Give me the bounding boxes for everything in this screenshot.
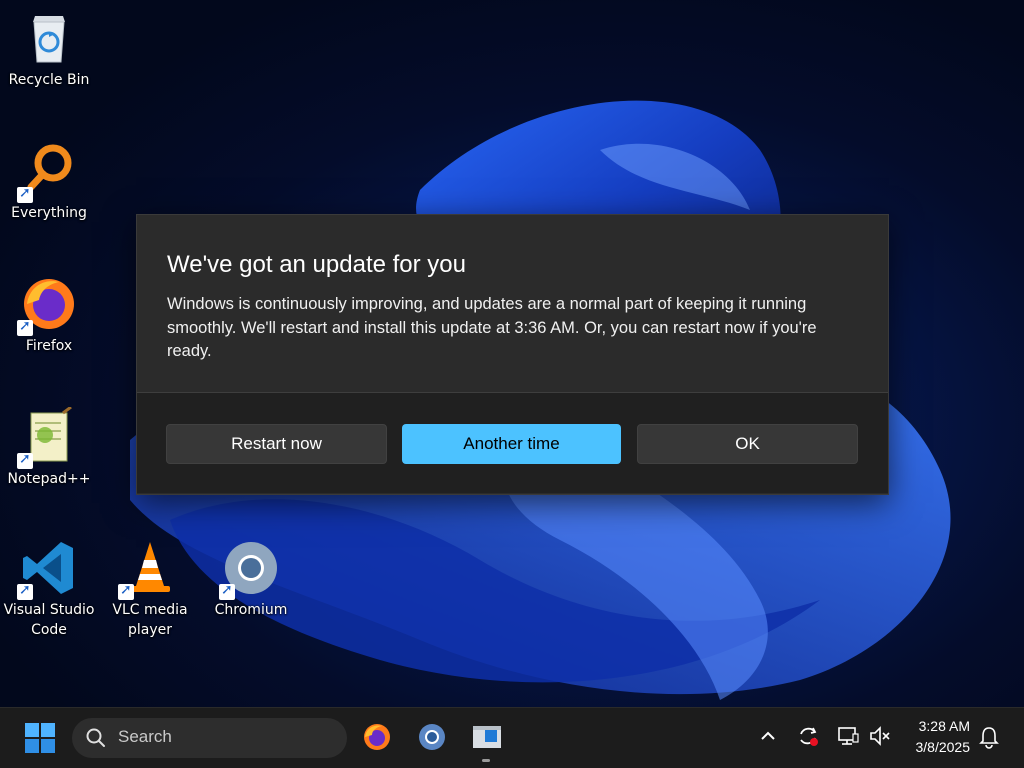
desktop-icon-label: Recycle Bin (8, 72, 90, 88)
ok-button[interactable]: OK (637, 424, 858, 464)
taskbar: Search 3:28 AM 3/8/2025 (0, 707, 1024, 768)
restart-now-button[interactable]: Restart now (166, 424, 387, 464)
dialog-content: We've got an update for you Windows is c… (137, 215, 888, 393)
desktop-icon-recycle-bin[interactable]: Recycle Bin (1, 8, 97, 90)
sync-alert-icon (800, 727, 818, 746)
tray-volume[interactable] (868, 724, 892, 752)
dialog-title: We've got an update for you (167, 251, 467, 278)
desktop-icon-chromium[interactable]: Chromium (203, 538, 299, 620)
dialog-message: Windows is continuously improving, and u… (167, 295, 817, 360)
chromium-icon (419, 724, 445, 750)
notepad-plus-plus-icon (17, 405, 79, 469)
vscode-icon (17, 538, 79, 600)
start-button[interactable] (24, 722, 56, 758)
shortcut-arrow-icon (17, 582, 33, 600)
chromium-icon (219, 538, 281, 600)
vlc-icon (118, 538, 180, 600)
shortcut-arrow-icon (219, 582, 235, 600)
show-hidden-icons-button[interactable] (758, 726, 778, 750)
desktop-icon-label: Chromium (214, 602, 288, 618)
shortcut-arrow-icon (17, 451, 33, 469)
desktop-icon-label: Firefox (25, 338, 73, 354)
file-explorer-icon (473, 726, 501, 748)
desktop-icon-firefox[interactable]: Firefox (1, 274, 97, 356)
taskbar-firefox[interactable] (362, 722, 392, 756)
taskbar-chromium[interactable] (417, 722, 447, 756)
clock-date: 3/8/2025 (915, 739, 971, 755)
notification-bell-icon (979, 727, 999, 749)
chevron-up-icon (761, 731, 775, 740)
tray-network[interactable] (836, 724, 860, 752)
desktop-icon-label: Everything (11, 205, 87, 221)
volume-muted-icon (870, 726, 890, 746)
search-box[interactable]: Search (72, 718, 347, 758)
clock[interactable]: 3:28 AM 3/8/2025 (916, 716, 971, 758)
shortcut-arrow-icon (17, 185, 33, 203)
search-icon (86, 728, 105, 747)
firefox-icon (17, 274, 79, 336)
shortcut-arrow-icon (17, 318, 33, 336)
everything-search-icon (17, 141, 79, 203)
desktop-icon-everything[interactable]: Everything (1, 141, 97, 223)
desktop-icon-label: Notepad++ (7, 471, 91, 487)
desktop-icon-vlc[interactable]: VLC media player (102, 538, 198, 640)
desktop-icon-label: VLC media player (112, 602, 188, 638)
taskbar-file-explorer[interactable] (471, 722, 503, 762)
clock-time: 3:28 AM (918, 718, 970, 734)
search-placeholder: Search (118, 727, 172, 746)
desktop-icon-label: Visual Studio Code (3, 602, 95, 638)
notifications-button[interactable] (978, 725, 1000, 753)
desktop-icon-vscode[interactable]: Visual Studio Code (1, 538, 97, 640)
another-time-button[interactable]: Another time (402, 424, 621, 464)
network-icon (838, 727, 859, 745)
shortcut-arrow-icon (118, 582, 134, 600)
windows-logo-icon (25, 723, 55, 753)
desktop-icon-notepad-plus-plus[interactable]: Notepad++ (1, 405, 97, 489)
active-app-indicator (482, 759, 490, 762)
tray-sync-status[interactable] (796, 724, 820, 752)
recycle-bin-icon (19, 8, 79, 68)
firefox-icon (364, 724, 390, 750)
